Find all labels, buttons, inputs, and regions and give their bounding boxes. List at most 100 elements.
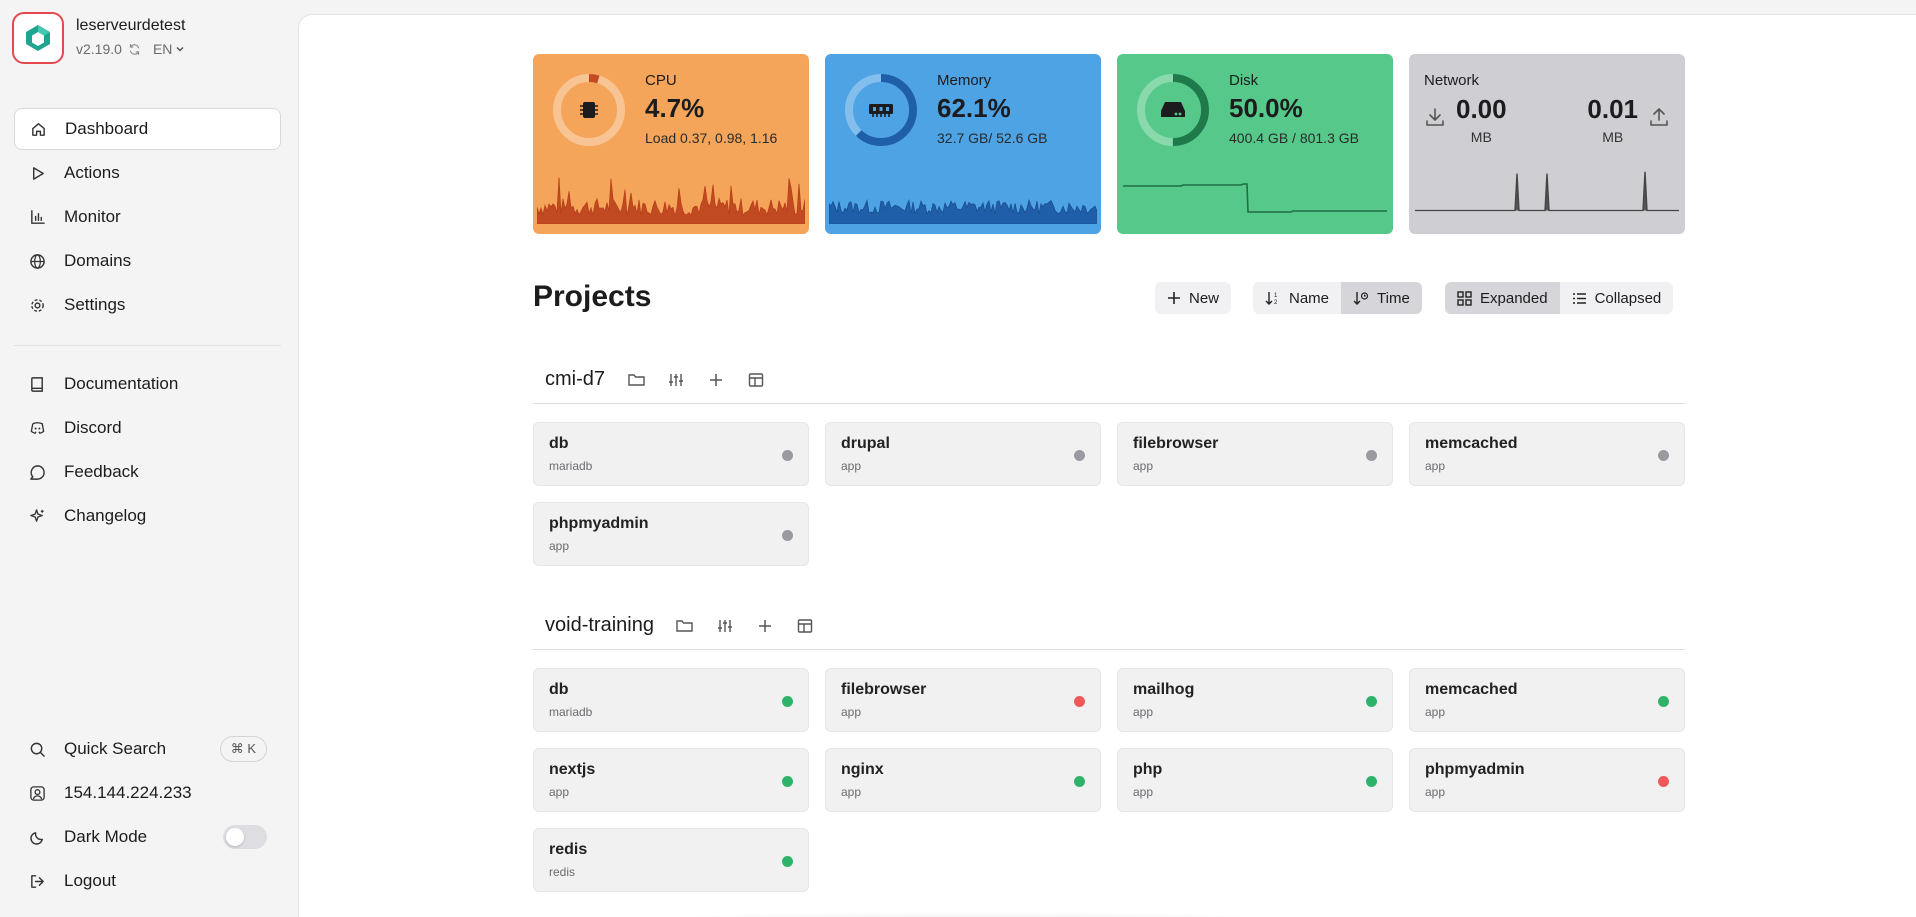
network-card[interactable]: Network 0.00 MB 0.01 MB — [1409, 54, 1685, 234]
nav-documentation[interactable]: Documentation — [14, 363, 281, 405]
nav-label: Dashboard — [65, 119, 149, 138]
status-dot — [782, 530, 793, 541]
logo-icon — [26, 25, 50, 51]
nav-actions[interactable]: Actions — [14, 152, 281, 194]
upload-icon — [1650, 108, 1668, 126]
service-type: app — [1425, 459, 1446, 473]
service-card-php[interactable]: php app — [1117, 748, 1393, 812]
service-name: filebrowser — [841, 681, 927, 698]
nav-dashboard[interactable]: Dashboard — [14, 108, 281, 150]
network-sparkline — [1415, 171, 1679, 212]
sort-group: 12 Name Time — [1253, 282, 1422, 314]
nav-label: Discord — [64, 418, 122, 437]
language-label: EN — [152, 41, 173, 57]
service-name: drupal — [841, 435, 890, 452]
service-name: php — [1133, 761, 1163, 778]
new-project-button[interactable]: New — [1155, 282, 1232, 314]
logout-icon — [28, 872, 46, 890]
status-dot — [1366, 776, 1377, 787]
service-name: db — [549, 435, 569, 452]
folder-icon[interactable] — [627, 371, 645, 389]
service-card-mailhog[interactable]: mailhog app — [1117, 668, 1393, 732]
view-collapsed-button[interactable]: Collapsed — [1559, 282, 1674, 314]
dark-mode-toggle[interactable] — [223, 825, 267, 849]
service-card-phpmyadmin[interactable]: phpmyadmin app — [533, 502, 809, 566]
service-type: app — [841, 705, 862, 719]
user-pin-icon — [28, 784, 46, 802]
service-card-db[interactable]: db mariadb — [533, 422, 809, 486]
nav-monitor[interactable]: Monitor — [14, 196, 281, 238]
sort-time-button[interactable]: Time — [1341, 282, 1422, 314]
nav-settings[interactable]: Settings — [14, 284, 281, 326]
message-icon — [28, 463, 46, 481]
cpu-card[interactable]: CPU 4.7% Load 0.37, 0.98, 1.16 — [533, 54, 809, 234]
status-dot — [1074, 776, 1085, 787]
service-card-phpmyadmin[interactable]: phpmyadmin app — [1409, 748, 1685, 812]
sort-time-icon — [1353, 292, 1369, 305]
sliders-icon[interactable] — [716, 617, 734, 635]
service-card-memcached[interactable]: memcached app — [1409, 668, 1685, 732]
status-dot — [1074, 696, 1085, 707]
view-expanded-button[interactable]: Expanded — [1445, 282, 1560, 314]
shortcut-badge: ⌘ K — [219, 736, 267, 762]
project-name[interactable]: void-training — [545, 614, 654, 637]
nav-feedback[interactable]: Feedback — [14, 451, 281, 493]
nav-changelog[interactable]: Changelog — [14, 495, 281, 537]
cpu-title: CPU — [645, 72, 677, 89]
add-service-icon[interactable] — [756, 617, 774, 635]
home-icon — [29, 120, 47, 138]
status-dot — [782, 856, 793, 867]
service-card-redis[interactable]: redis redis — [533, 828, 809, 892]
ip-address-item[interactable]: 154.144.224.233 — [14, 772, 281, 814]
globe-icon — [28, 252, 46, 270]
status-dot — [782, 450, 793, 461]
add-service-icon[interactable] — [707, 371, 725, 389]
view-group: Expanded Collapsed — [1445, 282, 1674, 314]
list-icon — [1572, 292, 1586, 304]
memory-card[interactable]: Memory 62.1% 32.7 GB/ 52.6 GB — [825, 54, 1101, 234]
nav-divider — [14, 345, 281, 346]
service-card-drupal[interactable]: drupal app — [825, 422, 1101, 486]
service-type: redis — [549, 865, 576, 879]
logout-button[interactable]: Logout — [14, 860, 281, 902]
dark-mode-item[interactable]: Dark Mode — [14, 816, 281, 858]
service-card-db[interactable]: db mariadb — [533, 668, 809, 732]
disk-card[interactable]: Disk 50.0% 400.4 GB / 801.3 GB — [1117, 54, 1393, 234]
service-card-filebrowser[interactable]: filebrowser app — [1117, 422, 1393, 486]
service-card-nextjs[interactable]: nextjs app — [533, 748, 809, 812]
service-type: app — [1133, 705, 1154, 719]
project-header-void-training: void-training — [533, 602, 1685, 650]
service-type: app — [841, 459, 862, 473]
layout-icon[interactable] — [796, 617, 814, 635]
service-card-nginx[interactable]: nginx app — [825, 748, 1101, 812]
nav-domains[interactable]: Domains — [14, 240, 281, 282]
service-card-filebrowser[interactable]: filebrowser app — [825, 668, 1101, 732]
discord-icon — [28, 419, 46, 437]
refresh-icon[interactable] — [128, 43, 141, 56]
network-title: Network — [1424, 72, 1480, 89]
sort-name-button[interactable]: 12 Name — [1253, 282, 1342, 314]
server-name: leserveurdetest — [76, 17, 186, 34]
layout-icon[interactable] — [747, 371, 765, 389]
language-select[interactable]: EN — [153, 41, 185, 57]
service-card-memcached[interactable]: memcached app — [1409, 422, 1685, 486]
new-project-group: New — [1155, 282, 1232, 314]
gear-icon — [28, 296, 46, 314]
nav-label: Documentation — [64, 374, 179, 393]
service-name: phpmyadmin — [549, 515, 649, 532]
app-logo[interactable] — [12, 12, 64, 64]
ip-address: 154.144.224.233 — [64, 783, 192, 802]
service-name: nextjs — [549, 761, 596, 778]
folder-icon[interactable] — [676, 617, 694, 635]
grid-icon — [1457, 290, 1472, 306]
network-in-unit: MB — [1470, 129, 1492, 145]
sliders-icon[interactable] — [667, 371, 685, 389]
quick-search-button[interactable]: Quick Search ⌘ K — [14, 728, 281, 770]
dark-mode-label: Dark Mode — [64, 827, 148, 846]
svg-text:1: 1 — [1274, 293, 1278, 299]
memory-usage: 32.7 GB/ 52.6 GB — [937, 130, 1048, 146]
project-name[interactable]: cmi-d7 — [545, 368, 605, 391]
service-name: redis — [549, 841, 588, 858]
service-name: mailhog — [1133, 681, 1195, 698]
nav-discord[interactable]: Discord — [14, 407, 281, 449]
